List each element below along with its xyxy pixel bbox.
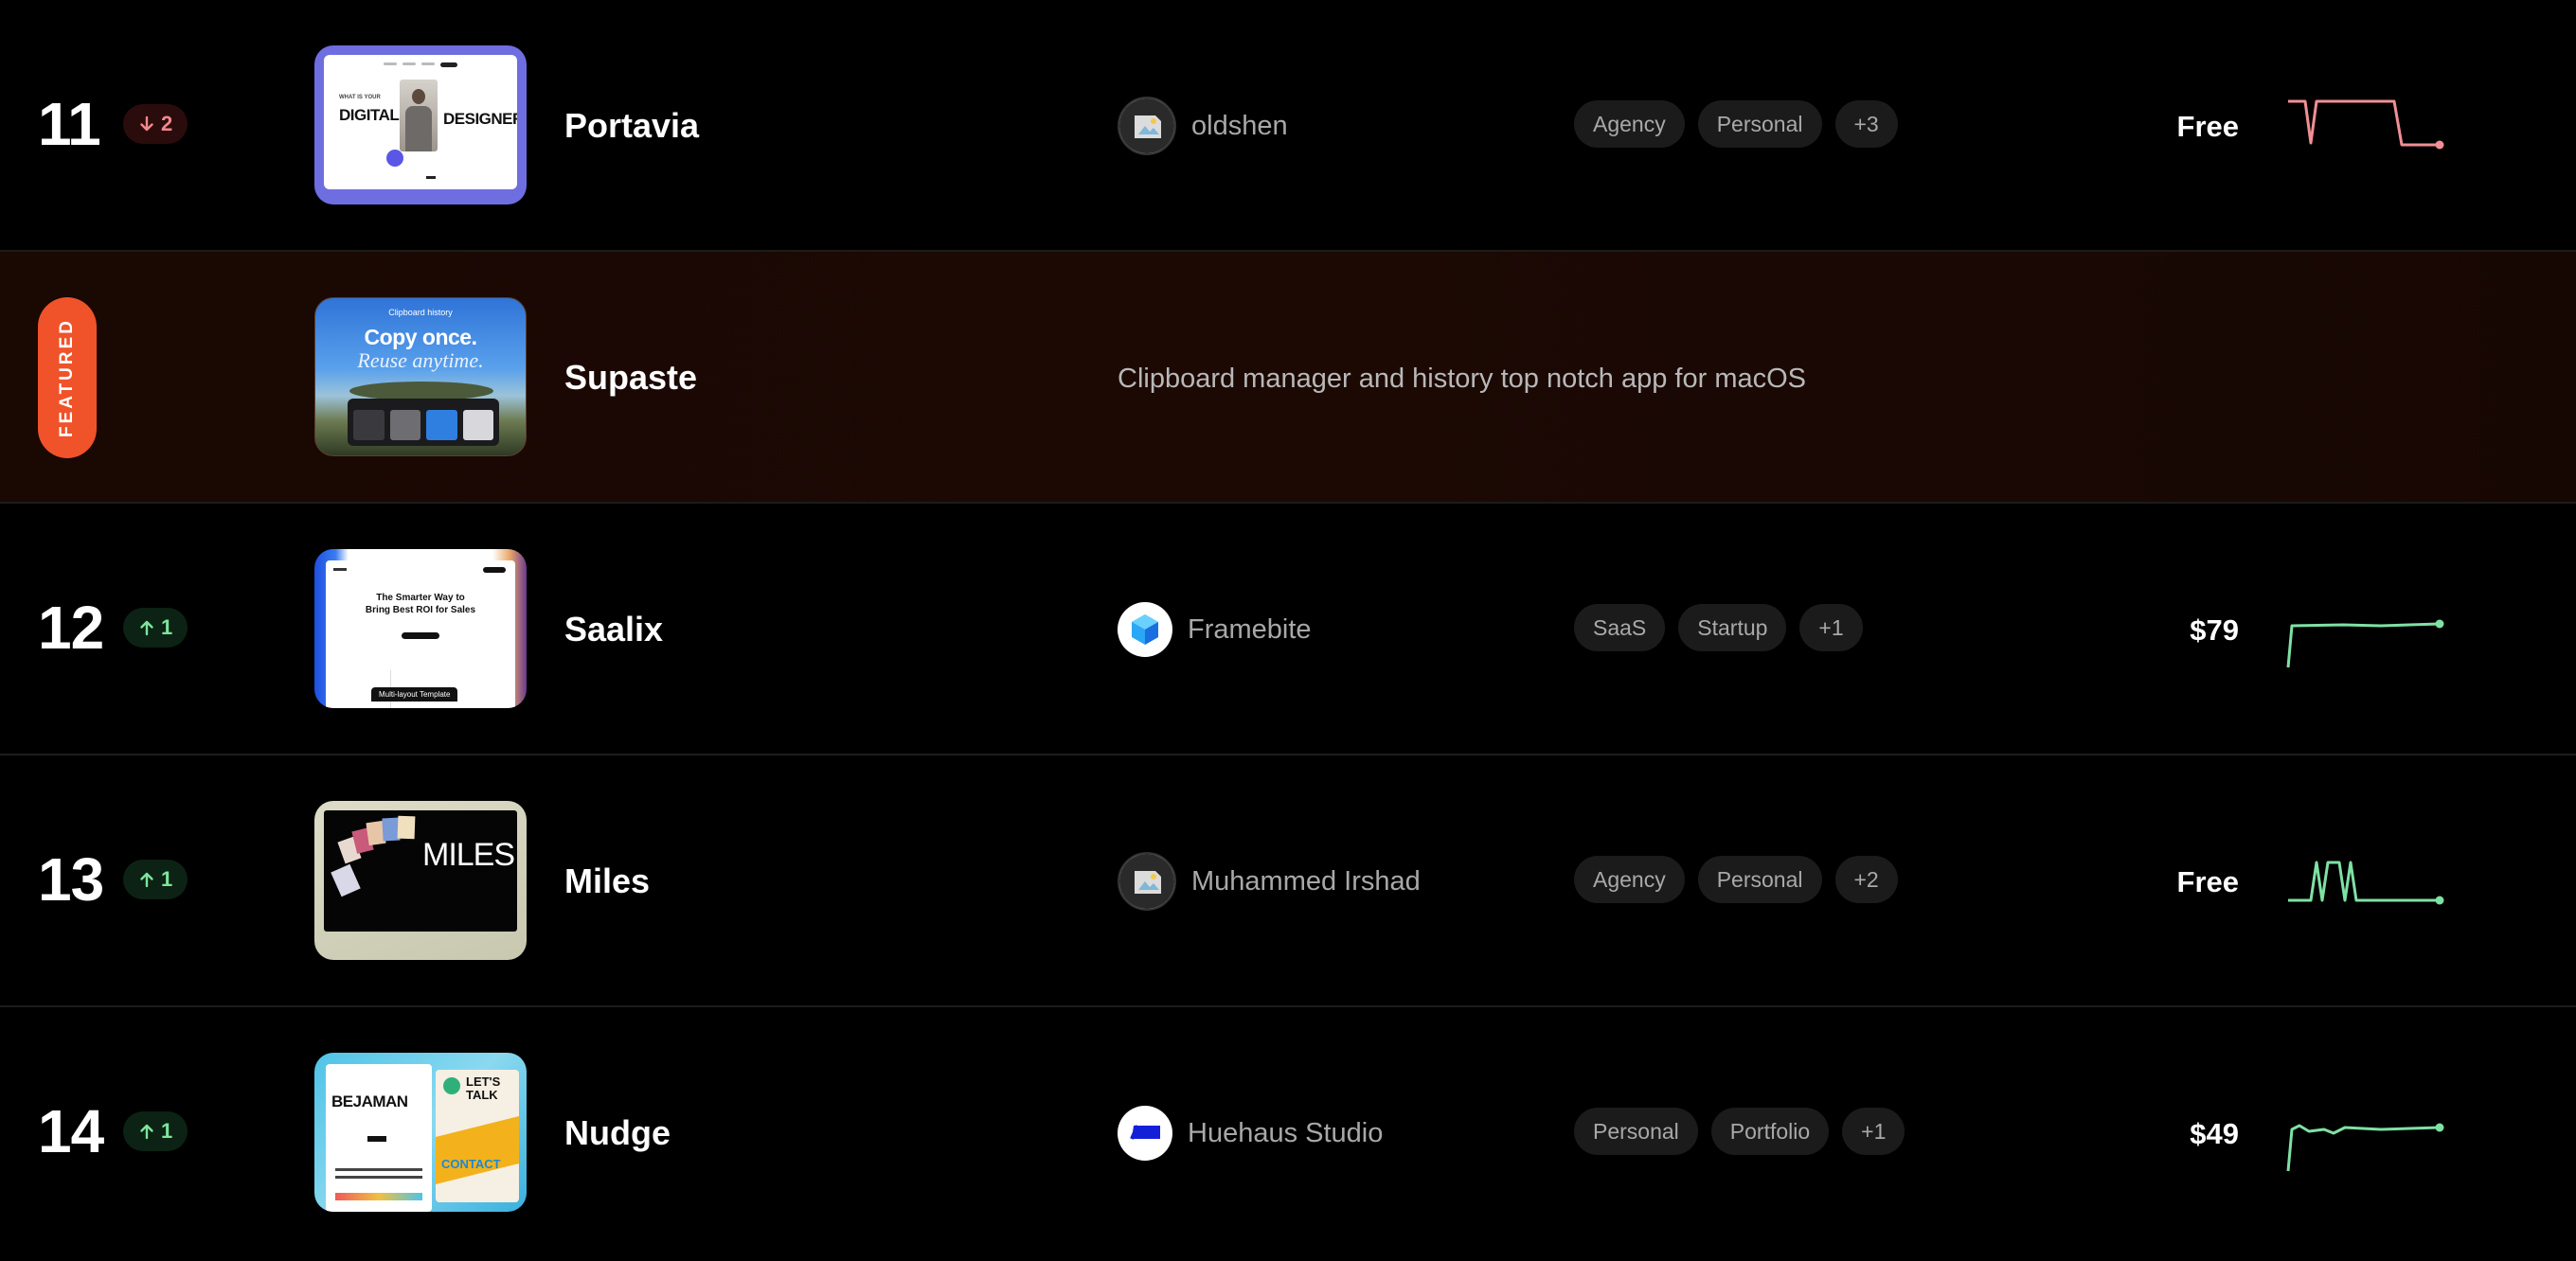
thumb-left-word: DIGITAL [339, 106, 400, 124]
template-name[interactable]: Miles [564, 860, 650, 903]
tag-chip[interactable]: SaaS [1574, 604, 1666, 651]
author-avatar [1118, 97, 1176, 155]
tag-list: Personal Portfolio +1 [1574, 1108, 1905, 1155]
tag-chip[interactable]: Personal [1697, 856, 1822, 903]
price: $79 [2190, 613, 2239, 647]
author[interactable]: Framebite [1118, 602, 1312, 657]
tag-list: Agency Personal +3 [1574, 100, 1898, 148]
author[interactable]: Muhammed Irshad [1118, 852, 1421, 911]
template-ranking-list: 11 2 WHAT IS YOUR DIGITAL DESIGNER Porta… [0, 0, 2576, 1261]
thumb-headline: Copy once. [364, 325, 477, 349]
template-description: Clipboard manager and history top notch … [1118, 364, 1807, 394]
tag-chip[interactable]: Agency [1574, 100, 1685, 148]
rank-change-badge: 1 [123, 1111, 188, 1151]
broken-image-icon [1119, 98, 1174, 153]
framebite-logo-icon [1132, 614, 1158, 645]
tag-chip[interactable]: Startup [1678, 604, 1787, 651]
rank-number: 14 [38, 1097, 104, 1165]
huehaus-logo-icon [1130, 1125, 1160, 1140]
rank-change-badge: 2 [123, 104, 188, 144]
arrow-down-icon [140, 115, 153, 132]
rank-number: 13 [38, 845, 104, 914]
trend-sparkline [2286, 1123, 2444, 1172]
thumb-caption: Clipboard history [388, 308, 453, 317]
rank-change-value: 1 [161, 867, 173, 891]
trend-endpoint [2435, 1123, 2444, 1132]
tag-chip[interactable]: Personal [1697, 100, 1822, 148]
play-icon [386, 150, 403, 167]
thumb-headline: The Smarter Way to [376, 593, 465, 603]
multi-layout-badge: Multi-layout Template [371, 687, 458, 702]
tag-more-chip[interactable]: +1 [1799, 604, 1863, 651]
author-avatar [1118, 1106, 1172, 1161]
hill-shape [349, 382, 493, 400]
template-name[interactable]: Nudge [564, 1111, 671, 1155]
arrow-up-icon [140, 1124, 153, 1140]
ranking-row-miles[interactable]: 13 1 MILES Miles Muhammed Irshad Agency … [0, 755, 2576, 1007]
thumb-right-word: DESIGNER [443, 110, 517, 128]
template-name[interactable]: Saalix [564, 608, 663, 651]
template-thumbnail[interactable]: BEJAMAN LET'S TALK CONTACT [314, 1053, 527, 1212]
rank-change-badge: 1 [123, 860, 188, 899]
template-thumbnail[interactable]: WHAT IS YOUR DIGITAL DESIGNER [314, 45, 527, 204]
tag-list: SaaS Startup +1 [1574, 604, 1863, 651]
tag-more-chip[interactable]: +2 [1834, 856, 1898, 903]
template-thumbnail[interactable]: MILES [314, 801, 527, 960]
author-name: oldshen [1191, 110, 1288, 141]
thumb-subline: Reuse anytime. [357, 348, 484, 372]
author-name: Huehaus Studio [1188, 1117, 1384, 1148]
tag-chip[interactable]: Agency [1574, 856, 1685, 903]
tag-more-chip[interactable]: +3 [1834, 100, 1898, 148]
thumb-headline: MILES [422, 837, 515, 873]
author-avatar [1118, 852, 1176, 911]
rank-change-value: 2 [161, 112, 173, 135]
price: $49 [2190, 1117, 2239, 1150]
tag-more-chip[interactable]: +1 [1842, 1108, 1905, 1155]
arrow-up-icon [140, 620, 153, 636]
trend-endpoint [2435, 140, 2444, 150]
ranking-row-portavia[interactable]: 11 2 WHAT IS YOUR DIGITAL DESIGNER Porta… [0, 0, 2576, 252]
thumb-talk: LET'S TALK [466, 1075, 501, 1102]
trend-endpoint [2435, 619, 2444, 629]
portrait-image [400, 80, 438, 151]
thumb-subline: Bring Best ROI for Sales [365, 605, 476, 615]
arrow-up-icon [140, 872, 153, 888]
price: Free [2176, 110, 2239, 143]
trend-sparkline [2288, 99, 2444, 150]
tag-chip[interactable]: Portfolio [1710, 1108, 1830, 1155]
template-thumbnail[interactable]: The Smarter Way to Bring Best ROI for Sa… [314, 549, 527, 708]
trend-endpoint [2435, 896, 2444, 905]
author[interactable]: Huehaus Studio [1118, 1106, 1383, 1161]
trend-sparkline [2286, 619, 2444, 668]
broken-image-icon [1119, 854, 1174, 909]
featured-label: FEATURED [57, 317, 78, 438]
rank-change-badge: 1 [123, 608, 188, 648]
ranking-row-saalix[interactable]: 12 1 The Smarter Way to Bring Best ROI f… [0, 504, 2576, 755]
price: Free [2176, 865, 2239, 898]
rank-change-value: 1 [161, 1119, 173, 1143]
author-avatar [1118, 602, 1172, 657]
template-name[interactable]: Supaste [564, 356, 697, 400]
template-name[interactable]: Portavia [564, 104, 699, 148]
thumb-headline: BEJAMAN [331, 1092, 408, 1110]
rank-number: 12 [38, 594, 104, 662]
rank-number: 11 [38, 90, 101, 158]
author[interactable]: oldshen [1118, 97, 1288, 155]
template-thumbnail[interactable]: Clipboard history Copy once. Reuse anyti… [314, 297, 527, 456]
tag-list: Agency Personal +2 [1574, 856, 1898, 903]
featured-row-supaste[interactable]: FEATURED Clipboard history Copy once. Re… [0, 252, 2576, 504]
thumb-contact: CONTACT [441, 1157, 501, 1171]
tag-chip[interactable]: Personal [1574, 1108, 1698, 1155]
app-panel [348, 399, 499, 446]
featured-badge: FEATURED [38, 297, 97, 458]
thumb-topline: WHAT IS YOUR [339, 95, 381, 100]
author-name: Framebite [1188, 613, 1312, 645]
author-name: Muhammed Irshad [1191, 865, 1421, 897]
ranking-row-nudge[interactable]: 14 1 BEJAMAN LET'S TALK CONTACT Nudge Hu… [0, 1007, 2576, 1259]
rank-change-value: 1 [161, 615, 173, 639]
trend-sparkline [2288, 861, 2444, 905]
